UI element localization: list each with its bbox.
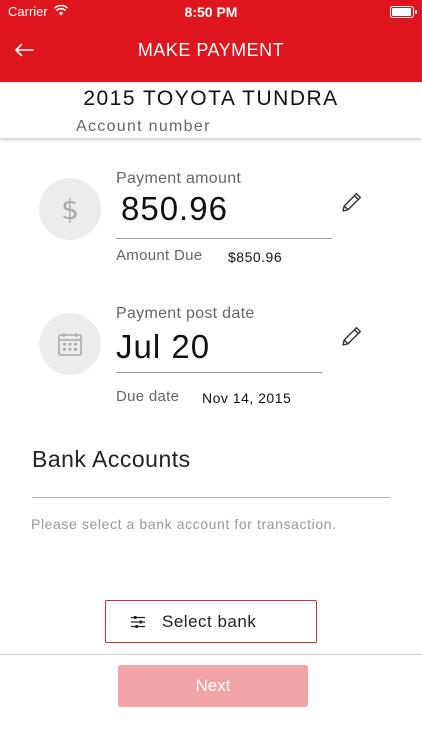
next-button[interactable]: Next — [118, 665, 308, 707]
post-date-label: Payment post date — [116, 305, 255, 322]
pencil-icon — [340, 190, 364, 219]
payment-amount-label: Payment amount — [116, 170, 242, 187]
nav-bar: MAKE PAYMENT — [0, 24, 422, 82]
payment-amount-underline — [116, 238, 332, 239]
battery-fill — [392, 8, 411, 16]
edit-date-button[interactable] — [338, 324, 366, 352]
bank-accounts-title: Bank Accounts — [32, 446, 191, 472]
battery-icon — [390, 6, 417, 18]
footer-divider — [0, 654, 422, 655]
post-date-input[interactable]: Jul 20 — [116, 328, 210, 366]
sliders-icon — [130, 614, 146, 630]
dollar-icon: $ — [39, 178, 101, 240]
status-time: 8:50 PM — [184, 4, 238, 20]
account-number-label: Account number — [76, 118, 211, 135]
vehicle-header: 2015 TOYOTA TUNDRA Account number — [0, 82, 422, 138]
amount-due-value: $850.96 — [228, 249, 283, 265]
select-bank-button[interactable]: Select bank — [105, 600, 317, 643]
select-bank-label: Select bank — [162, 611, 257, 631]
page-title: MAKE PAYMENT — [137, 40, 285, 60]
calendar-icon — [39, 313, 101, 375]
amount-due-label: Amount Due — [116, 247, 203, 264]
edit-amount-button[interactable] — [338, 190, 366, 218]
bank-accounts-divider — [32, 497, 390, 498]
vehicle-name: 2015 TOYOTA TUNDRA — [83, 87, 339, 110]
bank-accounts-helper-text: Please select a bank account for transac… — [31, 516, 337, 532]
pencil-icon — [340, 324, 364, 353]
due-date-value: Nov 14, 2015 — [202, 390, 292, 406]
payment-amount-input[interactable]: 850.96 — [121, 190, 228, 228]
due-date-label: Due date — [116, 388, 180, 405]
status-bar: Carrier 8:50 PM — [0, 0, 422, 24]
post-date-underline — [116, 372, 322, 373]
